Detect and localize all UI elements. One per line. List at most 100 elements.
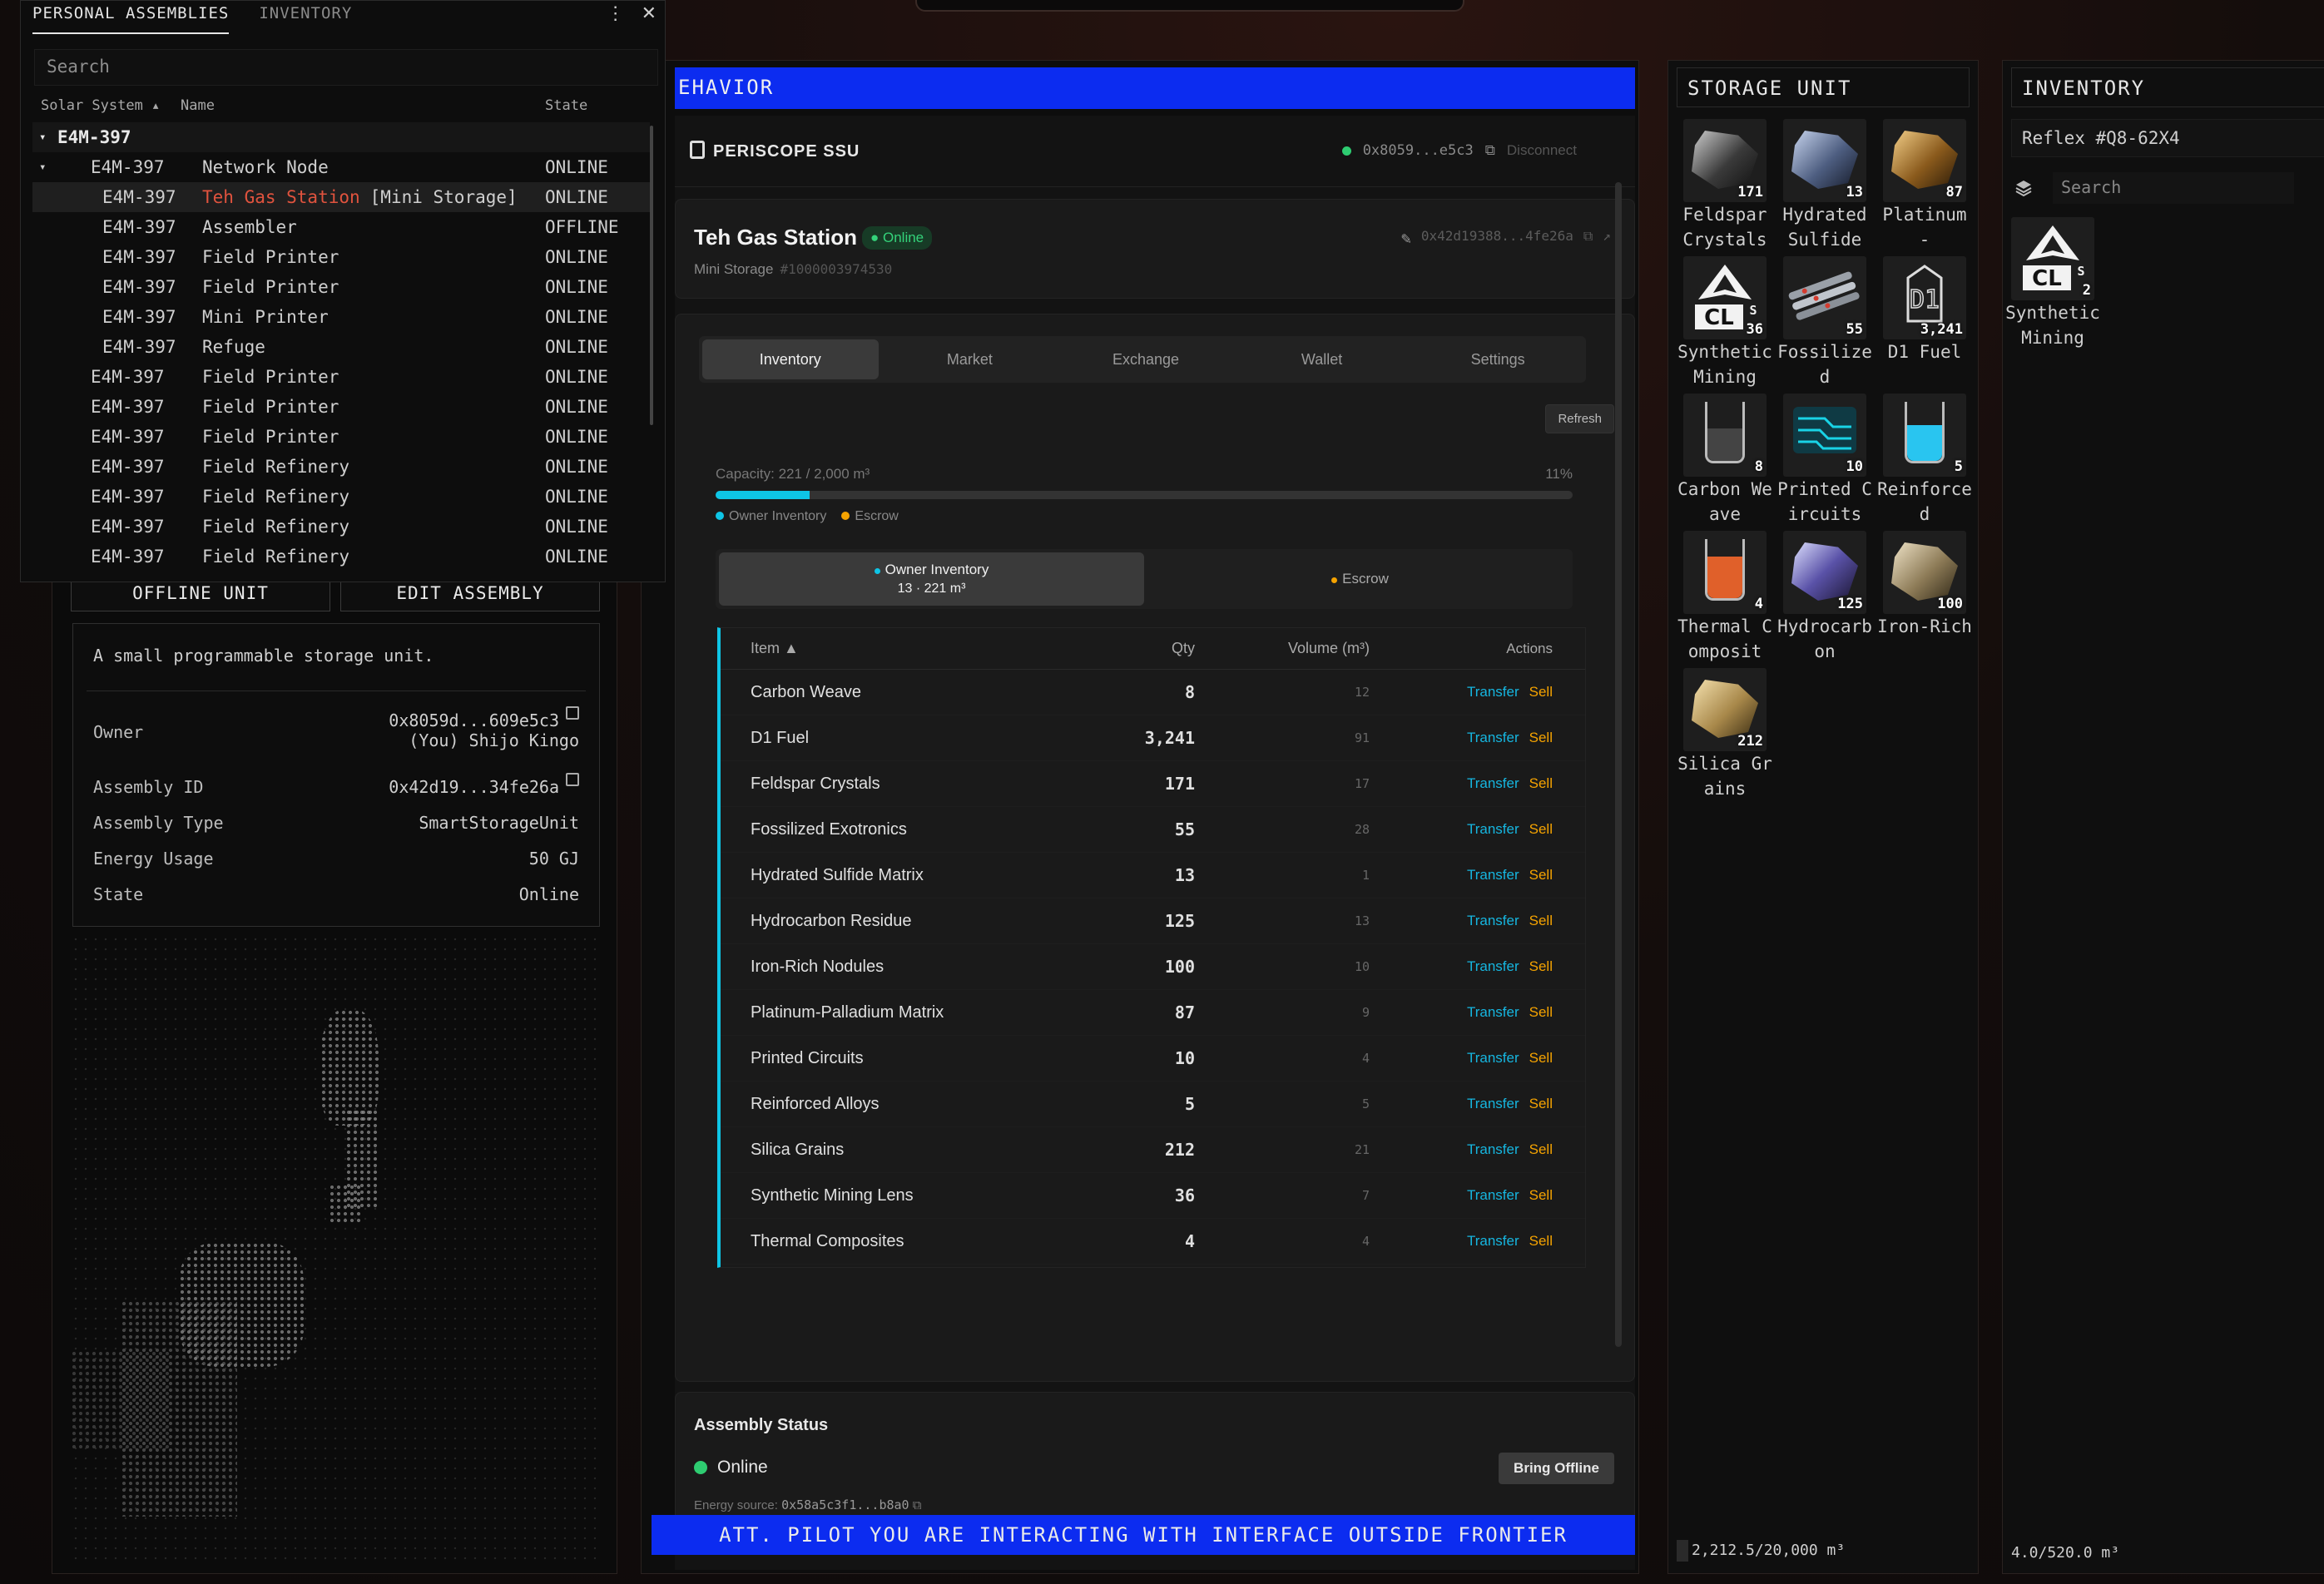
sell-button[interactable]: Sell (1529, 730, 1553, 745)
item-tile[interactable]: D1 3,241 (1883, 256, 1966, 339)
transfer-button[interactable]: Transfer (1467, 821, 1519, 837)
assembly-row[interactable]: E4M-397 Assembler OFFLINE (32, 212, 650, 242)
sell-button[interactable]: Sell (1529, 1004, 1553, 1020)
tab-owner-inventory[interactable]: Owner Inventory 13 · 221 m³ (719, 552, 1144, 606)
inventory-slot[interactable]: 87 Platinum - (1875, 119, 1975, 256)
assemblies-search-input[interactable]: Search (34, 49, 658, 86)
inventory-slot[interactable]: 55 Fossilized (1775, 256, 1875, 394)
col-item[interactable]: Item ▲ (721, 640, 1087, 657)
layers-icon[interactable] (2014, 179, 2033, 197)
inventory-slot[interactable]: CL S 2 Synthetic Mining (2003, 217, 2103, 354)
external-link-icon[interactable]: ↗ (1603, 228, 1611, 248)
transfer-button[interactable]: Transfer (1467, 730, 1519, 745)
transfer-button[interactable]: Transfer (1467, 913, 1519, 928)
inventory-slot[interactable]: 171 Feldspar Crystals (1675, 119, 1775, 256)
assembly-row[interactable]: E4M-397 Mini Printer ONLINE (32, 302, 650, 332)
inventory-slot[interactable]: 10 Printed Circuits (1775, 394, 1875, 531)
scrollbar[interactable] (650, 126, 653, 425)
col-qty[interactable]: Qty (1087, 640, 1195, 657)
copy-icon[interactable] (566, 706, 579, 720)
assembly-row[interactable]: E4M-397 Field Printer ONLINE (32, 392, 650, 422)
inventory-slot[interactable]: 4 Thermal Composit (1675, 531, 1775, 668)
item-tile[interactable]: 13 (1783, 119, 1866, 202)
sell-button[interactable]: Sell (1529, 867, 1553, 883)
col-volume[interactable]: Volume (m³) (1195, 640, 1370, 657)
tab-inventory[interactable]: Inventory (702, 339, 879, 379)
transfer-button[interactable]: Transfer (1467, 684, 1519, 700)
inventory-slot[interactable]: 100 Iron-Rich (1875, 531, 1975, 668)
item-tile[interactable]: 8 (1683, 394, 1767, 477)
assembly-row[interactable]: E4M-397 Field Printer ONLINE (32, 362, 650, 392)
inventory-slot[interactable]: 212 Silica Grains (1675, 668, 1775, 805)
chevron-down-icon[interactable]: ▾ (39, 161, 46, 174)
group-row[interactable]: ▾ E4M-397 (32, 122, 650, 152)
scrollbar[interactable] (1615, 182, 1622, 1347)
disconnect-button[interactable]: Disconnect (1507, 142, 1577, 159)
item-tile[interactable]: 171 (1683, 119, 1767, 202)
sell-button[interactable]: Sell (1529, 913, 1553, 928)
sell-button[interactable]: Sell (1529, 1233, 1553, 1249)
sell-button[interactable]: Sell (1529, 958, 1553, 974)
sell-button[interactable]: Sell (1529, 821, 1553, 837)
transfer-button[interactable]: Transfer (1467, 1187, 1519, 1203)
copy-icon[interactable]: ⧉ (913, 1498, 922, 1512)
item-tile[interactable]: CL S 2 (2011, 217, 2094, 300)
inventory-slot[interactable]: 125 Hydrocarbon (1775, 531, 1875, 668)
item-tile[interactable]: 87 (1883, 119, 1966, 202)
item-tile[interactable]: 5 (1883, 394, 1966, 477)
assembly-row[interactable]: E4M-397 Field Printer ONLINE (32, 422, 650, 452)
inventory-slot[interactable]: CL S 36 Synthetic Mining (1675, 256, 1775, 394)
transfer-button[interactable]: Transfer (1467, 1004, 1519, 1020)
item-tile[interactable]: 212 (1683, 668, 1767, 751)
tab-settings[interactable]: Settings (1410, 336, 1586, 383)
item-tile[interactable]: 100 (1883, 531, 1966, 614)
tab-exchange[interactable]: Exchange (1058, 336, 1234, 383)
edit-pencil-icon[interactable]: ✎ (1401, 228, 1411, 248)
copy-icon[interactable]: ⧉ (1485, 142, 1495, 159)
transfer-button[interactable]: Transfer (1467, 1141, 1519, 1157)
transfer-button[interactable]: Transfer (1467, 1096, 1519, 1111)
inventory-slot[interactable]: 13 Hydrated Sulfide (1775, 119, 1875, 256)
item-tile[interactable]: CL S 36 (1683, 256, 1767, 339)
assembly-row[interactable]: E4M-397 Teh Gas Station [Mini Storage] ONLI… (32, 182, 650, 212)
tab-market[interactable]: Market (882, 336, 1058, 383)
tab-wallet[interactable]: Wallet (1234, 336, 1410, 383)
item-tile[interactable]: 55 (1783, 256, 1866, 339)
col-state[interactable]: State (545, 97, 587, 114)
assembly-row[interactable]: ▾ E4M-397 Network Node ONLINE (32, 152, 650, 182)
tab-escrow[interactable]: Escrow (1147, 549, 1573, 609)
item-tile[interactable]: 4 (1683, 531, 1767, 614)
tab-personal-assemblies[interactable]: PERSONAL ASSEMBLIES (32, 1, 230, 34)
assembly-row[interactable]: E4M-397 Field Refinery ONLINE (32, 512, 650, 542)
col-solar-system[interactable]: Solar System ▴ (41, 97, 160, 114)
transfer-button[interactable]: Transfer (1467, 1233, 1519, 1249)
assembly-row[interactable]: E4M-397 Field Refinery ONLINE (32, 482, 650, 512)
item-tile[interactable]: 10 (1783, 394, 1866, 477)
assembly-row[interactable]: E4M-397 Field Refinery ONLINE (32, 542, 650, 572)
inventory-slot[interactable]: 5 Reinforced (1875, 394, 1975, 531)
transfer-button[interactable]: Transfer (1467, 867, 1519, 883)
assembly-row[interactable]: E4M-397 Field Refinery ONLINE (32, 452, 650, 482)
close-icon[interactable]: ✕ (642, 2, 657, 24)
ship-select[interactable]: Reflex #Q8-62X4▼ (2011, 119, 2324, 157)
assembly-row[interactable]: E4M-397 Field Printer ONLINE (32, 272, 650, 302)
transfer-button[interactable]: Transfer (1467, 958, 1519, 974)
col-name[interactable]: Name (181, 97, 215, 114)
chevron-down-icon[interactable]: ▾ (39, 131, 46, 144)
starmap-view[interactable] (71, 934, 600, 1567)
sell-button[interactable]: Sell (1529, 1187, 1553, 1203)
inventory-slot[interactable]: D1 3,241 D1 Fuel (1875, 256, 1975, 394)
transfer-button[interactable]: Transfer (1467, 775, 1519, 791)
item-tile[interactable]: 125 (1783, 531, 1866, 614)
sell-button[interactable]: Sell (1529, 1050, 1553, 1066)
more-menu-icon[interactable]: ⋮ (607, 2, 625, 24)
tab-inventory[interactable]: INVENTORY (259, 1, 352, 34)
assembly-row[interactable]: E4M-397 Refuge ONLINE (32, 332, 650, 362)
inventory-search-input[interactable]: Search (2053, 172, 2294, 204)
inventory-slot[interactable]: 8 Carbon Weave (1675, 394, 1775, 531)
refresh-button[interactable]: Refresh (1545, 404, 1614, 433)
transfer-button[interactable]: Transfer (1467, 1050, 1519, 1066)
copy-icon[interactable]: ⧉ (1583, 228, 1593, 248)
sell-button[interactable]: Sell (1529, 684, 1553, 700)
sell-button[interactable]: Sell (1529, 1096, 1553, 1111)
